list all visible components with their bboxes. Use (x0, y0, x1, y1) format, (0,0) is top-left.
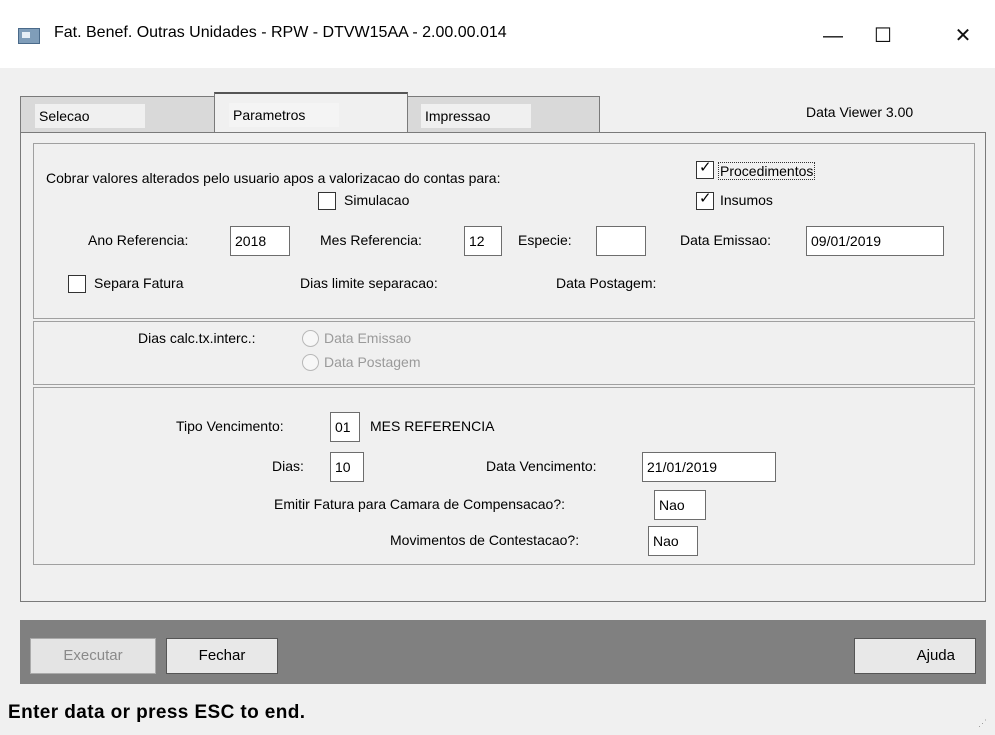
camara-compensacao-field[interactable]: Nao (654, 490, 706, 520)
check-icon: ✓ (699, 159, 712, 176)
data-emissao-radio[interactable] (302, 330, 319, 347)
ano-referencia-label: Ano Referencia: (88, 232, 189, 248)
close-button[interactable]: ✕ (934, 16, 992, 56)
procedimentos-checkbox[interactable]: ✓ (696, 159, 714, 179)
data-postagem-radio-label: Data Postagem (324, 354, 421, 370)
insumos-checkbox[interactable]: ✓ (696, 190, 714, 210)
resize-grip-icon[interactable]: ⋰ (978, 718, 990, 730)
mes-referencia-field[interactable]: 12 (464, 226, 502, 256)
button-bar: Executar Fechar Ajuda (20, 620, 986, 684)
dias-field[interactable]: 10 (330, 452, 364, 482)
window-title: Fat. Benef. Outras Unidades - RPW - DTVW… (54, 24, 507, 41)
data-postagem-radio[interactable] (302, 354, 319, 371)
tab-label: Parametros (229, 103, 339, 127)
app-icon (18, 28, 40, 44)
tipo-vencimento-label: Tipo Vencimento: (176, 418, 284, 434)
data-emissao-label: Data Emissao: (680, 232, 772, 248)
simulacao-checkbox[interactable] (318, 192, 336, 210)
procedimentos-label: Procedimentos (718, 162, 816, 180)
tab-label: Impressao (421, 104, 531, 128)
viewer-version: Data Viewer 3.00 (806, 104, 914, 120)
data-vencimento-field[interactable]: 21/01/2019 (642, 452, 776, 482)
ajuda-button[interactable]: Ajuda (854, 638, 976, 674)
tab-impressao[interactable]: Impressao (406, 96, 600, 132)
executar-button[interactable]: Executar (30, 638, 156, 674)
ano-referencia-field[interactable]: 2018 (230, 226, 290, 256)
separa-fatura-label: Separa Fatura (94, 275, 184, 291)
check-icon: ✓ (699, 190, 712, 207)
mes-referencia-label: Mes Referencia: (320, 232, 422, 248)
tipo-vencimento-field[interactable]: 01 (330, 412, 360, 442)
tab-label: Selecao (35, 104, 145, 128)
camara-compensacao-label: Emitir Fatura para Camara de Compensacao… (274, 496, 566, 512)
cobrar-label: Cobrar valores alterados pelo usuario ap… (46, 170, 501, 186)
tab-selecao[interactable]: Selecao (20, 96, 220, 132)
vencimento-group: Tipo Vencimento: 01 MES REFERENCIA Dias:… (33, 387, 975, 565)
dias-calc-label: Dias calc.tx.interc.: (138, 330, 256, 346)
separa-fatura-checkbox[interactable] (68, 275, 86, 293)
simulacao-label: Simulacao (344, 192, 410, 208)
dias-label: Dias: (272, 458, 304, 474)
maximize-button[interactable]: ☐ (854, 16, 912, 56)
data-emissao-field[interactable]: 09/01/2019 (806, 226, 944, 256)
calc-group: Dias calc.tx.interc.: Data Emissao Data … (33, 321, 975, 385)
title-bar: Fat. Benef. Outras Unidades - RPW - DTVW… (0, 0, 995, 68)
especie-label: Especie: (518, 232, 572, 248)
tab-parametros[interactable]: Parametros (214, 92, 408, 132)
dias-limite-label: Dias limite separacao: (300, 275, 438, 291)
contestacao-field[interactable]: Nao (648, 526, 698, 556)
fechar-button[interactable]: Fechar (166, 638, 278, 674)
status-bar-text: Enter data or press ESC to end. (8, 702, 306, 723)
tipo-vencimento-desc: MES REFERENCIA (370, 418, 495, 434)
tab-panel: Cobrar valores alterados pelo usuario ap… (20, 132, 986, 602)
data-postagem-label: Data Postagem: (556, 275, 657, 291)
especie-field[interactable] (596, 226, 646, 256)
data-vencimento-label: Data Vencimento: (486, 458, 597, 474)
insumos-label: Insumos (720, 192, 773, 208)
contestacao-label: Movimentos de Contestacao?: (390, 532, 580, 548)
data-emissao-radio-label: Data Emissao (324, 330, 412, 346)
params-group: Cobrar valores alterados pelo usuario ap… (33, 143, 975, 319)
